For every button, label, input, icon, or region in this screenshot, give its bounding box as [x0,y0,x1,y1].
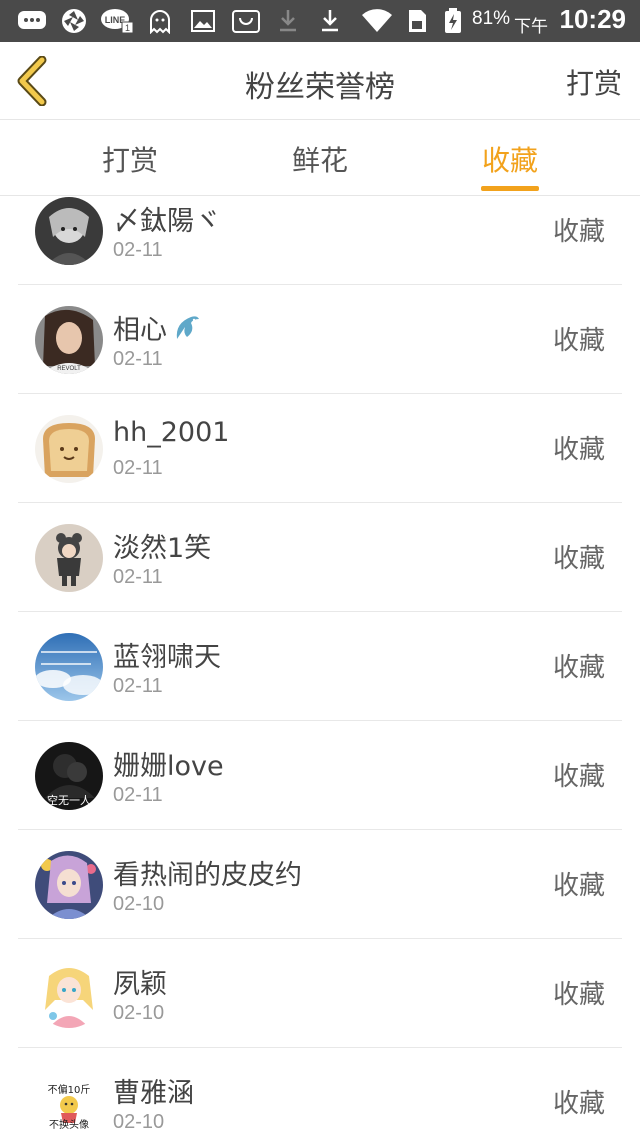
list-item[interactable]: 蓝翎啸天 02-11 收藏 [18,613,622,721]
shopping-bag-icon [230,9,262,33]
fan-date: 02-11 [113,348,163,370]
favorite-label[interactable]: 收藏 [553,211,605,248]
toast-face-avatar [35,415,103,483]
avatar-caption: 空无一人 [47,794,91,807]
active-tab-indicator [481,186,539,191]
favorite-label[interactable]: 收藏 [553,865,605,902]
fan-name: 〆鈦陽ヾ [113,206,221,237]
list-item[interactable]: 夙颖 02-10 收藏 [18,940,622,1048]
fan-name: 曹雅涵 [113,1078,194,1109]
fan-date: 02-11 [113,239,163,261]
fan-name: hh_2001 [113,417,230,448]
blue-sky-text-avatar [35,633,103,701]
sim-card-icon [406,9,428,33]
fan-name: 夙颖 [113,969,167,1000]
favorite-label[interactable]: 收藏 [553,1083,605,1120]
list-item[interactable]: 看热闹的皮皮约 02-10 收藏 [18,831,622,939]
woman-portrait-avatar: REVOLT [35,306,103,374]
fan-date: 02-10 [113,1002,165,1024]
favorite-label[interactable]: 收藏 [553,756,605,793]
favorite-label[interactable]: 收藏 [553,429,605,466]
ghost-notification-icon [146,9,174,34]
fan-date: 02-11 [113,566,163,588]
fan-list[interactable]: 〆鈦陽ヾ 02-11 收藏 REVOLT 相心 02-11 收藏 hh_2001… [0,197,640,1138]
child-bear-hat-avatar [35,524,103,592]
clock-time: 10:29 [559,4,627,34]
list-item[interactable]: 不偏10斤 不换头像 曹雅涵 02-10 收藏 [18,1049,622,1138]
status-bar: LINE 1 81% 下午 10:29 [0,0,640,42]
page-title: 粉丝荣誉榜 [245,70,395,105]
fan-name: 蓝翎啸天 [113,642,221,673]
svg-text:1: 1 [125,23,130,33]
list-item[interactable]: REVOLT 相心 02-11 收藏 [18,286,622,394]
line-app-icon: LINE 1 [100,9,134,34]
list-item[interactable]: 淡然1笑 02-11 收藏 [18,504,622,612]
navigation-bar: 粉丝荣誉榜 打赏 [0,42,640,120]
fan-name: 姗姗love [113,751,224,782]
favorite-label[interactable]: 收藏 [553,974,605,1011]
favorite-label[interactable]: 收藏 [553,647,605,684]
battery-charging-icon [442,8,464,33]
tab-flowers[interactable]: 鲜花 [260,139,380,179]
am-pm-label: 下午 [514,17,548,37]
list-item[interactable]: 空无一人 姗姗love 02-11 收藏 [18,722,622,830]
wifi-icon [360,9,394,33]
download-icon [318,9,342,33]
battery-percent: 81% [472,8,511,29]
list-item[interactable]: hh_2001 02-11 收藏 [18,395,622,503]
favorite-label[interactable]: 收藏 [553,320,605,357]
anime-girl-dark-avatar [35,197,103,265]
svg-text:REVOLT: REVOLT [57,366,81,372]
fan-name: 淡然1笑 [113,533,212,564]
download-faded-icon [276,9,300,33]
fan-name: 相心 [113,308,201,350]
blonde-anime-girl-avatar [35,960,103,1028]
fan-date: 02-10 [113,1111,165,1133]
fan-name: 看热闹的皮皮约 [113,860,302,891]
dolphin-icon [173,313,201,350]
image-icon [190,9,216,33]
cartoon-text-avatar: 不偏10斤 不换头像 [35,1069,103,1137]
tab-tip[interactable]: 打赏 [70,139,190,179]
tab-favorites[interactable]: 收藏 [450,139,570,179]
tab-bar: 打赏 鲜花 收藏 [0,121,640,196]
list-item[interactable]: 〆鈦陽ヾ 02-11 收藏 [18,197,622,285]
aperture-icon [60,9,88,33]
fan-date: 02-11 [113,784,163,806]
favorite-label[interactable]: 收藏 [553,538,605,575]
tip-button[interactable]: 打赏 [566,62,622,102]
fan-date: 02-10 [113,893,165,915]
fan-date: 02-11 [113,675,163,697]
avatar-caption-top: 不偏10斤 [47,1085,91,1096]
chat-bubble-icon [16,9,48,33]
fan-date: 02-11 [113,457,163,479]
avatar-caption-bottom: 不换头像 [49,1120,89,1131]
anime-flower-girl-avatar [35,851,103,919]
dark-couple-avatar: 空无一人 [35,742,103,810]
